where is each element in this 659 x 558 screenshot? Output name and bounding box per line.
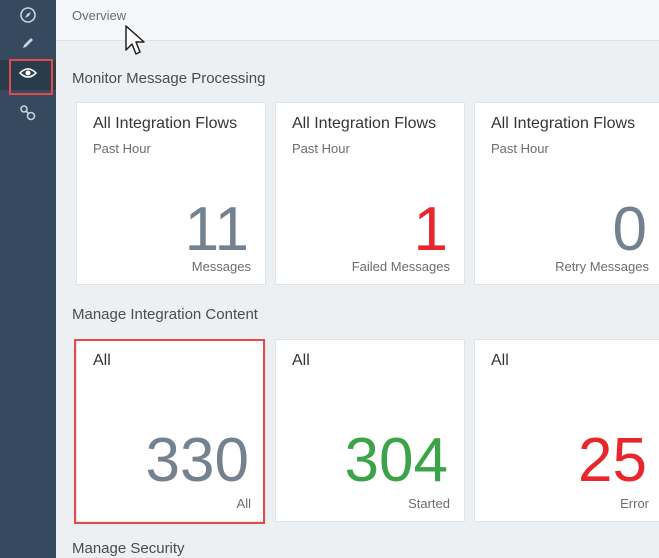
sidebar-highlight-box xyxy=(9,59,53,95)
tile-started-content[interactable]: All 304 Started xyxy=(275,339,465,522)
discover-icon xyxy=(19,6,37,29)
tile-number: 0 xyxy=(612,195,647,264)
tile-number: 11 xyxy=(184,195,249,264)
sidebar-item-settings[interactable] xyxy=(0,100,56,130)
tile-subtitle: Past Hour xyxy=(292,141,350,156)
tile-unit: Messages xyxy=(191,259,251,274)
sidebar-item-design[interactable] xyxy=(0,30,56,60)
section-title-monitor: Monitor Message Processing xyxy=(72,70,266,87)
section-title-manage-content: Manage Integration Content xyxy=(72,306,258,323)
tile-unit: Failed Messages xyxy=(351,259,450,274)
tile-unit: Started xyxy=(408,496,450,511)
tile-title: All xyxy=(491,352,509,369)
tile-error-content[interactable]: All 25 Error xyxy=(474,339,659,522)
tile-number: 25 xyxy=(578,426,647,495)
tile-number: 1 xyxy=(413,195,448,264)
tile-unit: Retry Messages xyxy=(555,259,649,274)
tile-unit: Error xyxy=(620,496,649,511)
tile-messages[interactable]: All Integration Flows Past Hour 11 Messa… xyxy=(76,102,266,285)
page-title: Overview xyxy=(72,8,127,23)
tile-title: All Integration Flows xyxy=(491,115,636,132)
tile-subtitle: Past Hour xyxy=(491,141,549,156)
pencil-icon xyxy=(20,35,36,56)
mouse-cursor-icon xyxy=(124,24,150,63)
tile-title: All Integration Flows xyxy=(93,115,238,132)
tile-number: 304 xyxy=(344,426,448,495)
tile-highlight-box xyxy=(74,339,265,524)
section-title-manage-security: Manage Security xyxy=(72,540,185,557)
tile-subtitle: Past Hour xyxy=(93,141,151,156)
tile-title: All Integration Flows xyxy=(292,115,437,132)
settings-network-icon xyxy=(19,104,37,127)
tile-failed-messages[interactable]: All Integration Flows Past Hour 1 Failed… xyxy=(275,102,465,285)
sidebar-item-discover[interactable] xyxy=(0,2,56,32)
tile-retry-messages[interactable]: All Integration Flows Past Hour 0 Retry … xyxy=(474,102,659,285)
tile-title: All xyxy=(292,352,310,369)
